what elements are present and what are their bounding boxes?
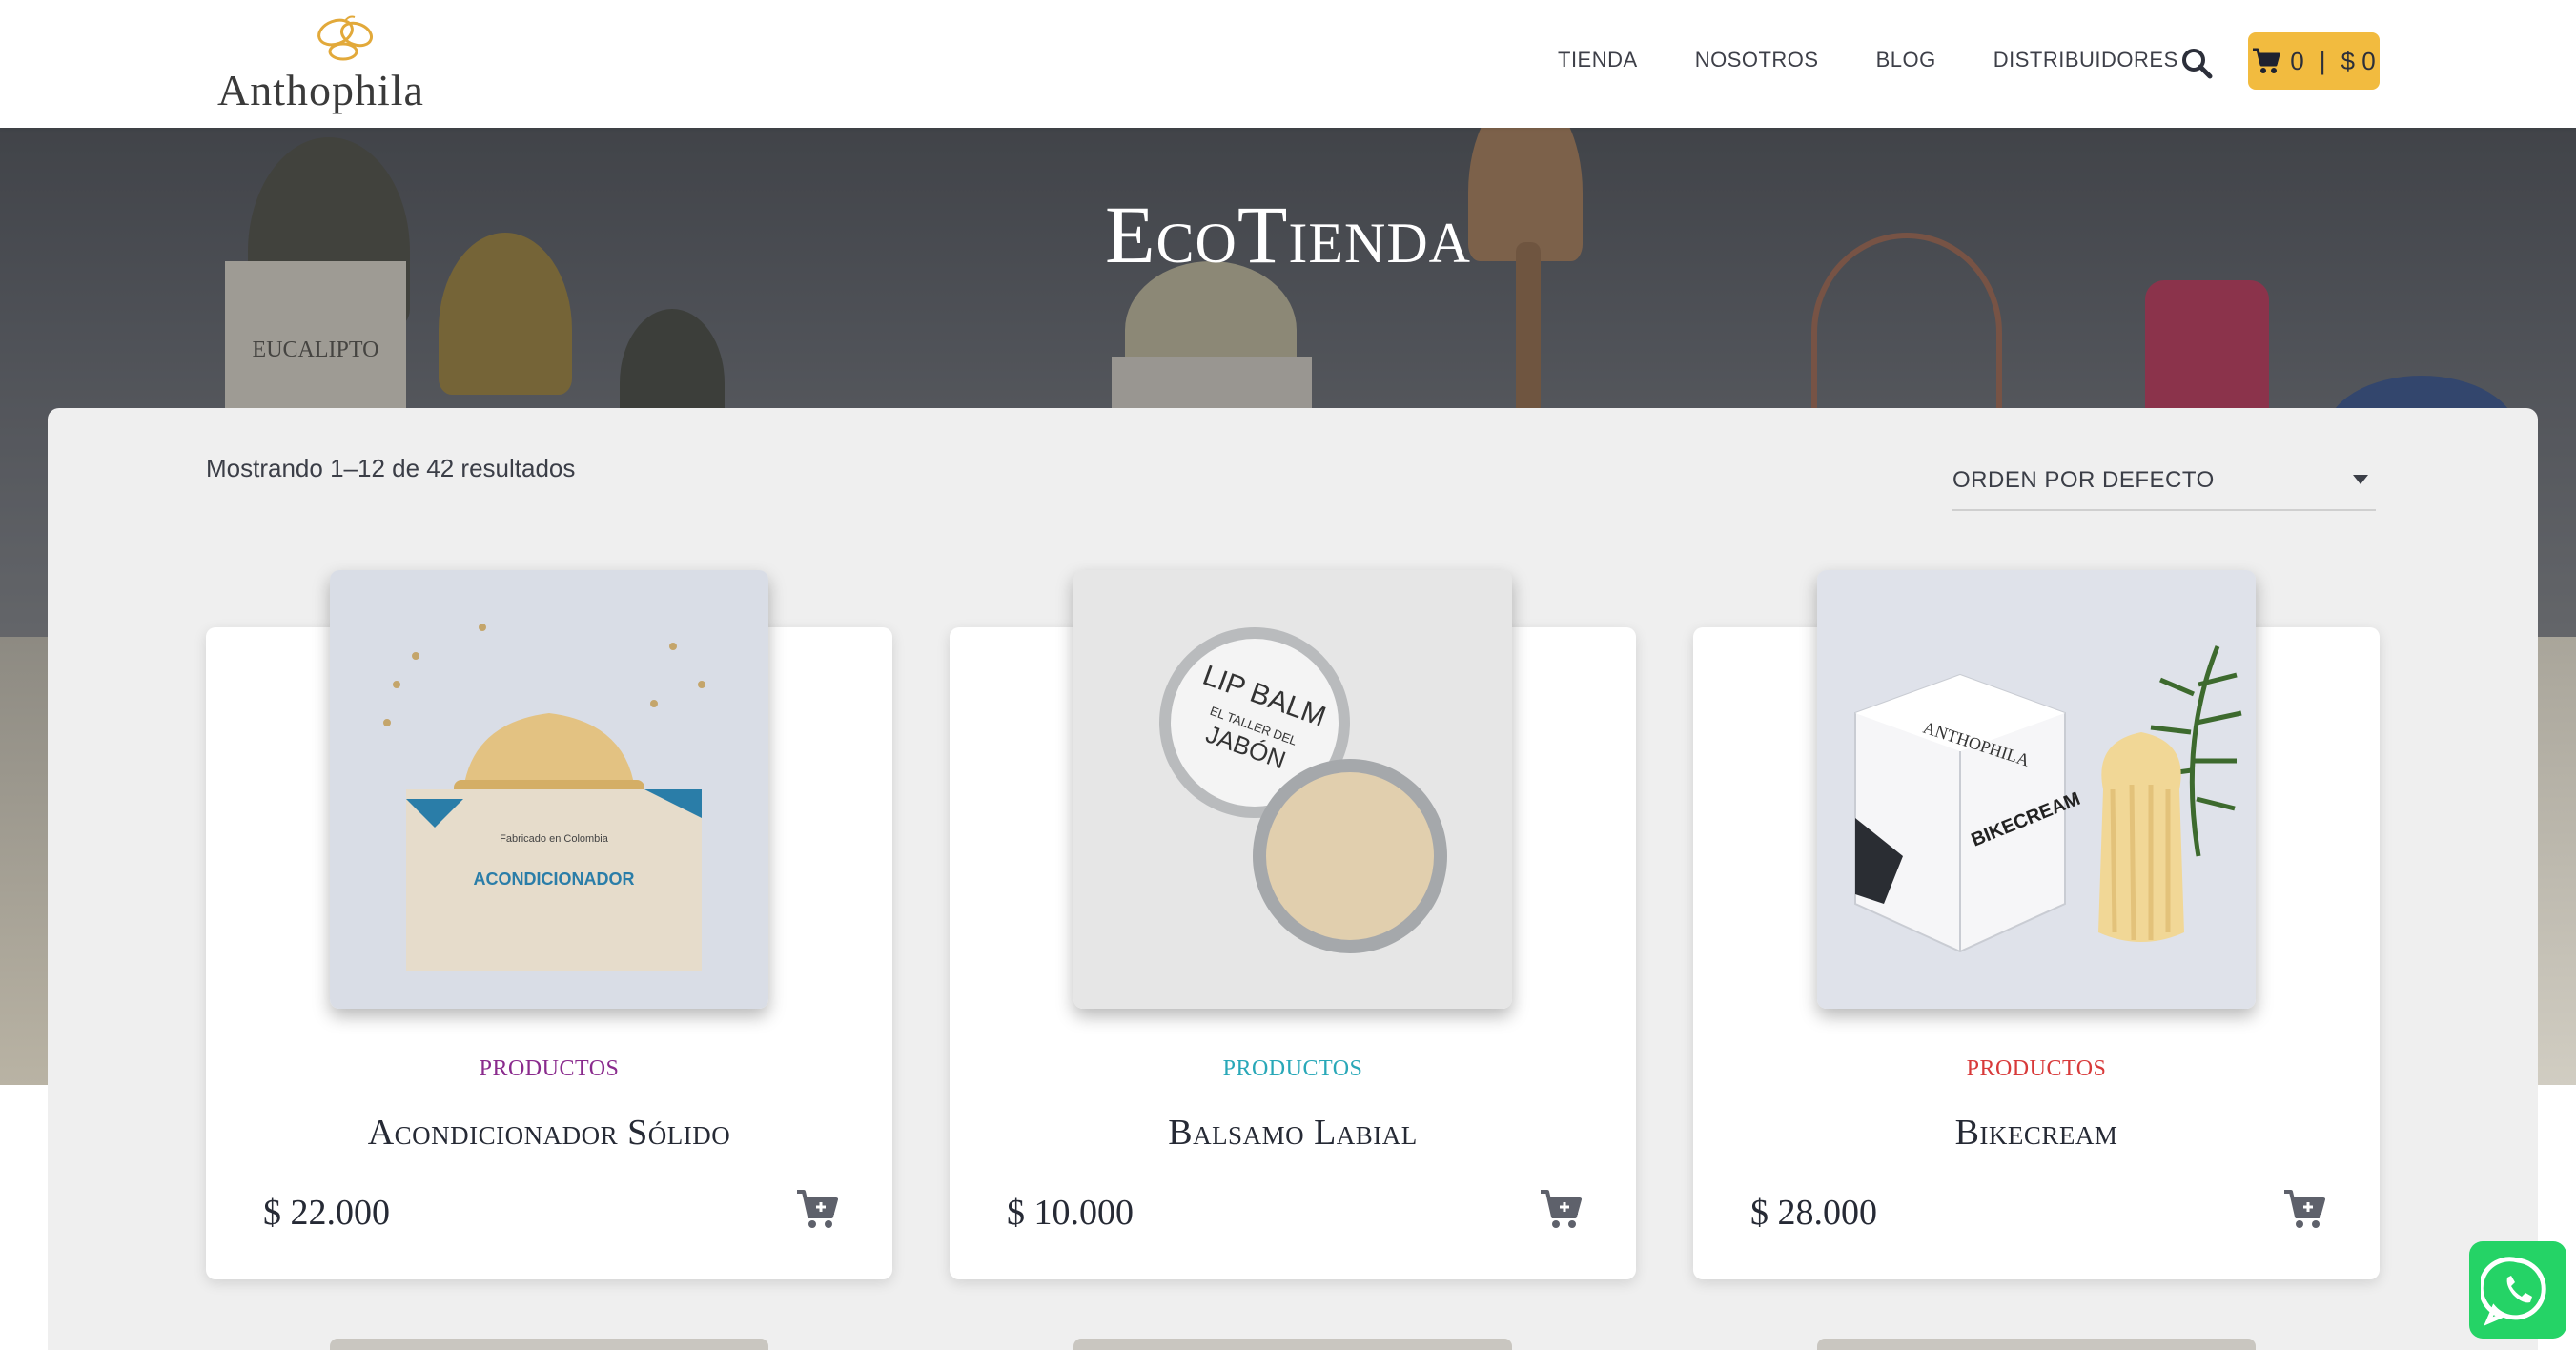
search-icon[interactable] bbox=[2179, 46, 2214, 80]
product-card[interactable]: Fabricado en Colombia ACONDICIONADOR PRO… bbox=[206, 570, 892, 1279]
product-category[interactable]: PRODUCTOS bbox=[950, 1056, 1636, 1082]
cart-count: 0 bbox=[2290, 46, 2304, 75]
page-title: EcoTienda bbox=[1104, 189, 1472, 280]
brand-logo[interactable]: Anthophila bbox=[212, 13, 475, 114]
product-card[interactable]: LIP BALM EL TALLER DEL JABÓN PRODUCTOS B… bbox=[950, 570, 1636, 1279]
conditioner-bar-image: Fabricado en Colombia ACONDICIONADOR bbox=[330, 570, 768, 1009]
nav-nosotros[interactable]: NOSOTROS bbox=[1695, 48, 1819, 72]
next-product-image-peek bbox=[1073, 1339, 1512, 1350]
brand-name: Anthophila bbox=[217, 66, 424, 114]
whatsapp-button[interactable] bbox=[2469, 1241, 2566, 1339]
next-product-image-peek bbox=[330, 1339, 768, 1350]
cart-button[interactable]: 0 | $ 0 bbox=[2248, 32, 2380, 90]
product-card[interactable]: ANTHOPHILA BIKECREAM PRODUCTOS Bikecream… bbox=[1693, 570, 2380, 1279]
product-price: $ 10.000 bbox=[1007, 1193, 1134, 1233]
product-category[interactable]: PRODUCTOS bbox=[206, 1056, 892, 1082]
caret-down-icon bbox=[2353, 475, 2368, 484]
nav-tienda[interactable]: TIENDA bbox=[1558, 48, 1638, 72]
product-price: $ 22.000 bbox=[263, 1193, 390, 1233]
add-to-cart-icon[interactable] bbox=[1539, 1188, 1583, 1230]
cart-icon bbox=[2253, 48, 2280, 73]
side-decor-left bbox=[0, 637, 48, 1085]
product-image[interactable]: LIP BALM EL TALLER DEL JABÓN bbox=[1073, 570, 1512, 1009]
bikecream-image: ANTHOPHILA BIKECREAM bbox=[1817, 570, 2256, 1009]
cart-total: $ 0 bbox=[2341, 46, 2376, 75]
nav-blog[interactable]: BLOG bbox=[1876, 48, 1936, 72]
product-price: $ 28.000 bbox=[1750, 1193, 1877, 1233]
site-header: Anthophila TIENDA NOSOTROS BLOG DISTRIBU… bbox=[0, 0, 2576, 128]
lip-balm-image: LIP BALM EL TALLER DEL JABÓN bbox=[1073, 570, 1512, 1009]
cart-separator: | bbox=[2319, 46, 2326, 75]
add-to-cart-icon[interactable] bbox=[795, 1188, 839, 1230]
add-to-cart-icon[interactable] bbox=[2282, 1188, 2326, 1230]
main-nav: TIENDA NOSOTROS BLOG DISTRIBUIDORES bbox=[1558, 48, 2178, 72]
next-product-image-peek bbox=[1817, 1339, 2256, 1350]
sort-select[interactable]: ORDEN POR DEFECTO bbox=[1952, 467, 2376, 511]
product-image[interactable]: ANTHOPHILA BIKECREAM bbox=[1817, 570, 2256, 1009]
bee-logo-icon bbox=[317, 15, 373, 61]
product-title[interactable]: Acondicionador Sólido bbox=[206, 1112, 892, 1154]
product-title[interactable]: Balsamo Labial bbox=[950, 1112, 1636, 1154]
product-category[interactable]: PRODUCTOS bbox=[1693, 1056, 2380, 1082]
nav-distribuidores[interactable]: DISTRIBUIDORES bbox=[1993, 48, 2178, 72]
product-title[interactable]: Bikecream bbox=[1693, 1112, 2380, 1154]
product-image[interactable]: Fabricado en Colombia ACONDICIONADOR bbox=[330, 570, 768, 1009]
whatsapp-icon bbox=[2481, 1257, 2546, 1326]
box-small-text: Fabricado en Colombia bbox=[500, 833, 609, 845]
result-count: Mostrando 1–12 de 42 resultados bbox=[206, 454, 576, 482]
sort-selected-label: ORDEN POR DEFECTO bbox=[1952, 467, 2215, 493]
box-text: ACONDICIONADOR bbox=[474, 869, 635, 889]
